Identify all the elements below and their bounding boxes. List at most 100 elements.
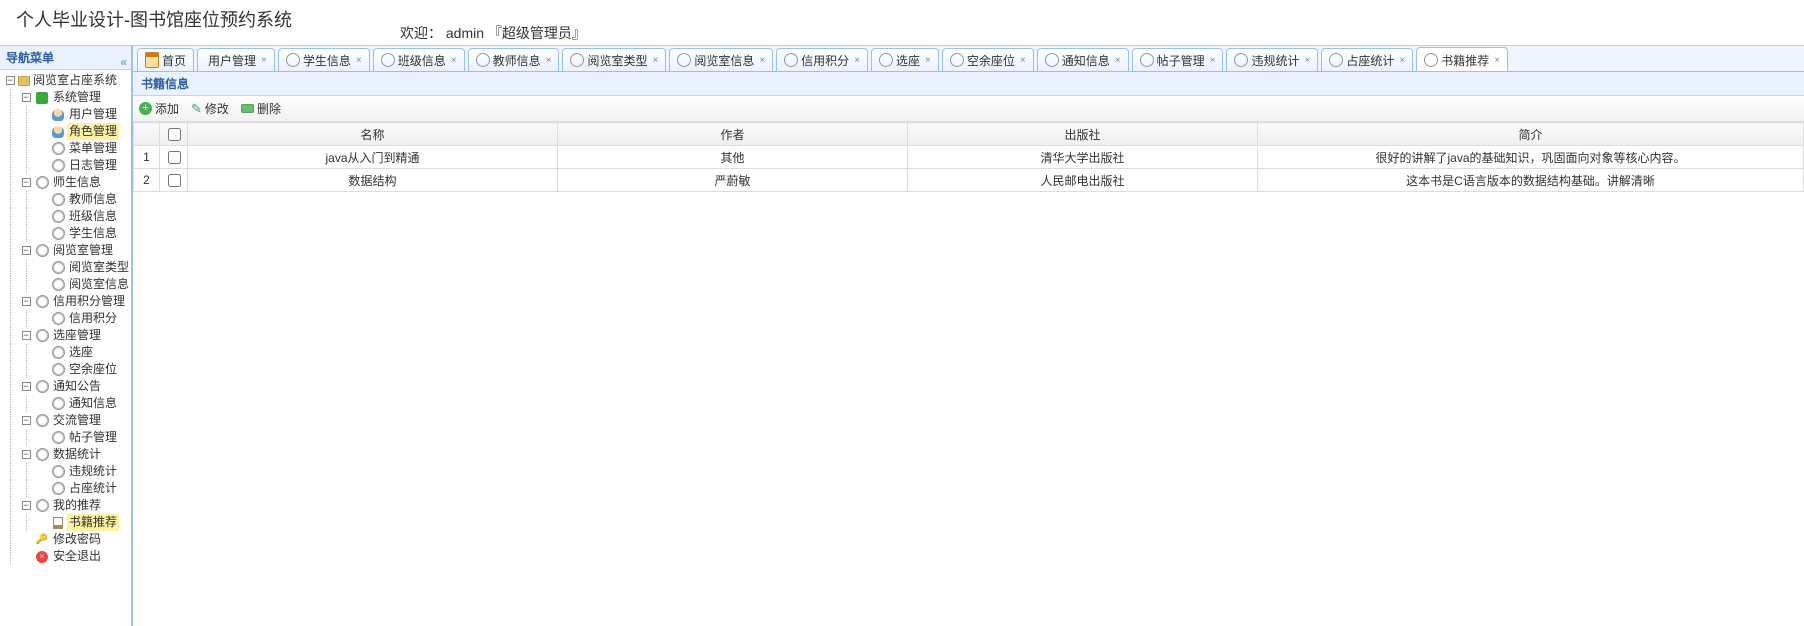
tree-label[interactable]: 阅览室管理 xyxy=(51,242,115,259)
col-header[interactable]: 作者 xyxy=(558,123,908,146)
cell-checkbox[interactable] xyxy=(160,146,188,169)
close-tab-icon[interactable]: × xyxy=(1399,55,1405,66)
col-header[interactable]: 出版社 xyxy=(908,123,1258,146)
tab-书籍推荐[interactable]: 书籍推荐× xyxy=(1416,47,1508,72)
add-button[interactable]: 添加 xyxy=(139,100,179,117)
tree-label[interactable]: 信用积分 xyxy=(67,310,119,327)
close-tab-icon[interactable]: × xyxy=(546,55,552,66)
tree-node[interactable]: 修改密码 xyxy=(2,531,131,548)
table-row[interactable]: 2数据结构严蔚敏人民邮电出版社这本书是C语言版本的数据结构基础。讲解清晰 xyxy=(134,169,1804,192)
close-tab-icon[interactable]: × xyxy=(925,55,931,66)
tree-node[interactable]: 班级信息 xyxy=(2,208,131,225)
expand-toggle-icon[interactable]: − xyxy=(2,73,18,89)
tree-label[interactable]: 用户管理 xyxy=(67,106,119,123)
tab-首页[interactable]: 首页 xyxy=(137,48,194,71)
row-checkbox[interactable] xyxy=(168,174,181,187)
tree-label[interactable]: 师生信息 xyxy=(51,174,103,191)
expand-toggle-icon[interactable]: − xyxy=(18,328,34,344)
close-tab-icon[interactable]: × xyxy=(356,55,362,66)
tree-label[interactable]: 系统管理 xyxy=(51,89,103,106)
tree-label[interactable]: 书籍推荐 xyxy=(67,514,119,531)
tree-label[interactable]: 交流管理 xyxy=(51,412,103,429)
tree-node[interactable]: 占座统计 xyxy=(2,480,131,497)
tab-帖子管理[interactable]: 帖子管理× xyxy=(1132,48,1224,71)
row-checkbox[interactable] xyxy=(168,151,181,164)
tree-label[interactable]: 角色管理 xyxy=(67,123,119,140)
tree-node[interactable]: − 系统管理 xyxy=(2,89,131,106)
tree-node[interactable]: 书籍推荐 xyxy=(2,514,131,531)
tree-node[interactable]: 阅览室类型 xyxy=(2,259,131,276)
tab-空余座位[interactable]: 空余座位× xyxy=(942,48,1034,71)
tree-label[interactable]: 占座统计 xyxy=(67,480,119,497)
tree-node[interactable]: 教师信息 xyxy=(2,191,131,208)
tree-node[interactable]: 日志管理 xyxy=(2,157,131,174)
tree-node[interactable]: −交流管理 xyxy=(2,412,131,429)
tab-学生信息[interactable]: 学生信息× xyxy=(278,48,370,71)
tree-label[interactable]: 信用积分管理 xyxy=(51,293,127,310)
tree-label[interactable]: 违规统计 xyxy=(67,463,119,480)
tree-node[interactable]: − 师生信息 xyxy=(2,174,131,191)
cell-checkbox[interactable] xyxy=(160,169,188,192)
delete-button[interactable]: 删除 xyxy=(241,100,281,117)
tree-node[interactable]: 阅览室信息 xyxy=(2,276,131,293)
table-row[interactable]: 1java从入门到精通其他清华大学出版社很好的讲解了java的基础知识，巩固面向… xyxy=(134,146,1804,169)
col-header[interactable]: 简介 xyxy=(1258,123,1804,146)
tree-node[interactable]: −我的推荐 xyxy=(2,497,131,514)
tree-label[interactable]: 教师信息 xyxy=(67,191,119,208)
edit-button[interactable]: 修改 xyxy=(191,100,229,117)
expand-toggle-icon[interactable]: − xyxy=(18,90,34,106)
tree-node[interactable]: 安全退出 xyxy=(2,548,131,565)
tree-node[interactable]: 选座 xyxy=(2,344,131,361)
expand-toggle-icon[interactable]: − xyxy=(18,175,34,191)
tree-node[interactable]: 空余座位 xyxy=(2,361,131,378)
tab-选座[interactable]: 选座× xyxy=(871,48,939,71)
tree-label[interactable]: 修改密码 xyxy=(51,531,103,548)
checkbox-all[interactable] xyxy=(168,128,181,141)
tree-label[interactable]: 安全退出 xyxy=(51,548,103,565)
tab-阅览室信息[interactable]: 阅览室信息× xyxy=(669,48,773,71)
tree-label[interactable]: 阅览室占座系统 xyxy=(31,72,119,89)
tree-node[interactable]: − 通知公告 xyxy=(2,378,131,395)
close-tab-icon[interactable]: × xyxy=(652,55,658,66)
expand-toggle-icon[interactable]: − xyxy=(18,379,34,395)
close-tab-icon[interactable]: × xyxy=(261,55,267,66)
close-tab-icon[interactable]: × xyxy=(1210,55,1216,66)
tab-阅览室类型[interactable]: 阅览室类型× xyxy=(562,48,666,71)
tree-label[interactable]: 学生信息 xyxy=(67,225,119,242)
tab-教师信息[interactable]: 教师信息× xyxy=(468,48,560,71)
tab-信用积分[interactable]: 信用积分× xyxy=(776,48,868,71)
tree-label[interactable]: 通知公告 xyxy=(51,378,103,395)
tree-label[interactable]: 阅览室类型 xyxy=(67,259,131,276)
tree-label[interactable]: 帖子管理 xyxy=(67,429,119,446)
close-tab-icon[interactable]: × xyxy=(1304,55,1310,66)
close-tab-icon[interactable]: × xyxy=(1115,55,1121,66)
tree-node[interactable]: 信用积分 xyxy=(2,310,131,327)
collapse-sidebar-icon[interactable]: « xyxy=(120,50,127,74)
tree-node[interactable]: −数据统计 xyxy=(2,446,131,463)
tree-label[interactable]: 数据统计 xyxy=(51,446,103,463)
tab-用户管理[interactable]: 用户管理× xyxy=(197,48,275,71)
tree-node[interactable]: −阅览室占座系统 xyxy=(2,72,131,89)
tree-node[interactable]: 违规统计 xyxy=(2,463,131,480)
tree-label[interactable]: 选座管理 xyxy=(51,327,103,344)
close-tab-icon[interactable]: × xyxy=(759,55,765,66)
expand-toggle-icon[interactable]: − xyxy=(18,294,34,310)
tree-label[interactable]: 日志管理 xyxy=(67,157,119,174)
tree-node[interactable]: − 选座管理 xyxy=(2,327,131,344)
close-tab-icon[interactable]: × xyxy=(1020,55,1026,66)
tree-node[interactable]: 帖子管理 xyxy=(2,429,131,446)
tab-班级信息[interactable]: 班级信息× xyxy=(373,48,465,71)
tree-node[interactable]: −阅览室管理 xyxy=(2,242,131,259)
expand-toggle-icon[interactable]: − xyxy=(18,498,34,514)
tab-占座统计[interactable]: 占座统计× xyxy=(1321,48,1413,71)
tree-node[interactable]: − 信用积分管理 xyxy=(2,293,131,310)
tree-label[interactable]: 班级信息 xyxy=(67,208,119,225)
tab-通知信息[interactable]: 通知信息× xyxy=(1037,48,1129,71)
col-checkbox[interactable] xyxy=(160,123,188,146)
close-tab-icon[interactable]: × xyxy=(1494,55,1500,66)
tree-label[interactable]: 阅览室信息 xyxy=(67,276,131,293)
close-tab-icon[interactable]: × xyxy=(451,55,457,66)
tree-node[interactable]: 学生信息 xyxy=(2,225,131,242)
tree-node[interactable]: 通知信息 xyxy=(2,395,131,412)
close-tab-icon[interactable]: × xyxy=(854,55,860,66)
